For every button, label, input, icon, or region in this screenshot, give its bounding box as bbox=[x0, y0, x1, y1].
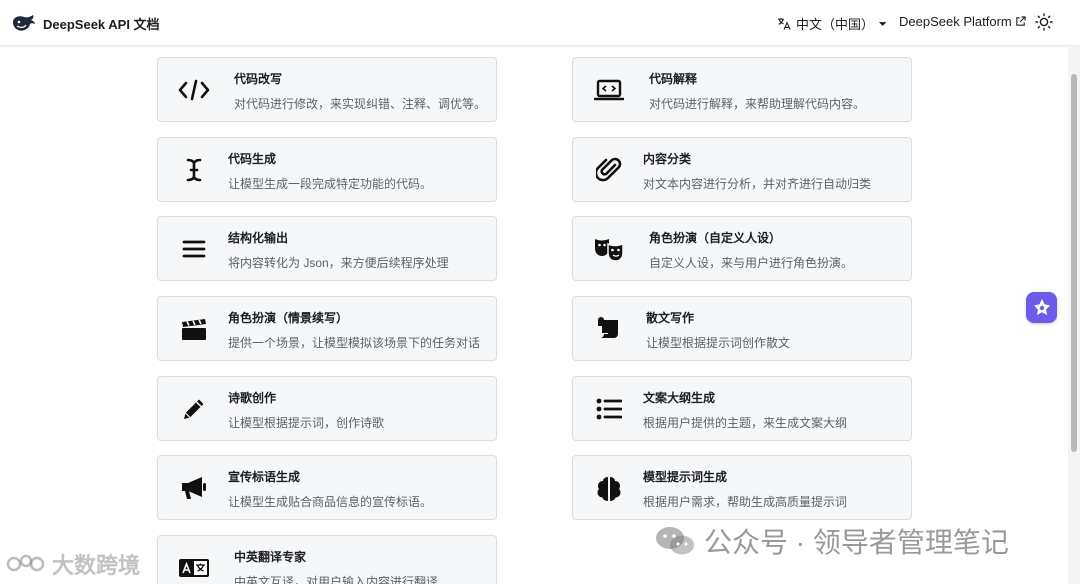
card-prompt-generate[interactable]: 模型提示词生成 根据用户需求，帮助生成高质量提示词 bbox=[572, 455, 912, 520]
card-description: 对代码进行解释，来帮助理解代码内容。 bbox=[649, 97, 866, 111]
card-title: 散文写作 bbox=[646, 311, 695, 325]
clapperboard-icon bbox=[176, 314, 212, 344]
watermark-wechat: 公众号 · 领导者管理笔记 bbox=[654, 521, 1009, 561]
pencil-icon bbox=[176, 394, 212, 424]
code-icon bbox=[176, 75, 212, 105]
brand-link[interactable]: DeepSeek API 文档 bbox=[11, 12, 160, 34]
scrollbar[interactable] bbox=[1068, 46, 1080, 584]
text-cursor-icon bbox=[176, 155, 212, 185]
card-code-rewrite[interactable]: 代码改写 对代码进行修改，来实现纠错、注释、调优等。 bbox=[157, 57, 497, 122]
card-title: 代码改写 bbox=[234, 72, 283, 86]
deepseek-whale-logo-icon bbox=[13, 15, 35, 31]
card-title: 文案大纲生成 bbox=[643, 391, 716, 405]
megaphone-icon bbox=[176, 473, 212, 503]
card-title: 结构化输出 bbox=[228, 231, 289, 245]
external-link-icon bbox=[1016, 16, 1026, 26]
card-structured-output[interactable]: 结构化输出 将内容转化为 Json，来方便后续程序处理 bbox=[157, 216, 497, 281]
card-title: 宣传标语生成 bbox=[228, 470, 301, 484]
navbar: DeepSeek API 文档 中文（中国） DeepSeek Platform bbox=[0, 0, 1080, 46]
card-translation[interactable]: 中英翻译专家 中英文互译，对用户输入内容进行翻译 bbox=[157, 535, 497, 584]
card-description: 让模型生成一段完成特定功能的代码。 bbox=[228, 177, 433, 191]
watermark-brand: 大数跨境 bbox=[6, 548, 140, 580]
card-description: 让模型根据提示词，创作诗歌 bbox=[228, 416, 385, 430]
card-roleplay-persona[interactable]: 角色扮演（自定义人设） 自定义人设，来与用户进行角色扮演。 bbox=[572, 216, 912, 281]
language-dropdown[interactable]: 中文（中国） bbox=[777, 14, 887, 33]
card-description: 让模型生成贴合商品信息的宣传标语。 bbox=[228, 495, 433, 509]
card-description: 自定义人设，来与用户进行角色扮演。 bbox=[649, 256, 854, 270]
card-code-explain[interactable]: 代码解释 对代码进行解释，来帮助理解代码内容。 bbox=[572, 57, 912, 122]
card-title: 角色扮演（自定义人设） bbox=[649, 231, 782, 245]
card-description: 对代码进行修改，来实现纠错、注释、调优等。 bbox=[234, 97, 487, 111]
platform-link-label: DeepSeek Platform bbox=[899, 14, 1012, 29]
chevron-down-icon bbox=[878, 21, 887, 26]
card-description: 让模型根据提示词创作散文 bbox=[646, 336, 791, 350]
card-title: 模型提示词生成 bbox=[643, 470, 728, 484]
bars-icon bbox=[176, 234, 212, 264]
floating-assistant-button[interactable] bbox=[1026, 292, 1057, 323]
watermark-right-text: 公众号 · 领导者管理笔记 bbox=[704, 527, 1009, 558]
masks-icon bbox=[591, 234, 627, 264]
card-title: 代码生成 bbox=[228, 152, 277, 166]
brain-icon bbox=[591, 473, 627, 503]
card-description: 中英文互译，对用户输入内容进行翻译 bbox=[234, 575, 439, 584]
list-icon bbox=[591, 394, 627, 424]
theme-toggle-sun-icon[interactable] bbox=[1035, 13, 1053, 31]
card-description: 根据用户需求，帮助生成高质量提示词 bbox=[643, 495, 848, 509]
card-title: 内容分类 bbox=[643, 152, 692, 166]
card-title: 代码解释 bbox=[649, 72, 698, 86]
card-prose-writing[interactable]: 散文写作 让模型根据提示词创作散文 bbox=[572, 296, 912, 361]
card-slogan[interactable]: 宣传标语生成 让模型生成贴合商品信息的宣传标语。 bbox=[157, 455, 497, 520]
card-description: 对文本内容进行分析，并对齐进行自动归类 bbox=[643, 177, 872, 191]
laptop-code-icon bbox=[591, 75, 627, 105]
scrollbar-thumb[interactable] bbox=[1071, 74, 1077, 452]
card-copy-outline[interactable]: 文案大纲生成 根据用户提供的主题，来生成文案大纲 bbox=[572, 376, 912, 441]
card-code-generate[interactable]: 代码生成 让模型生成一段完成特定功能的代码。 bbox=[157, 137, 497, 202]
watermark-logo-icon bbox=[6, 554, 45, 572]
card-content-classify[interactable]: 内容分类 对文本内容进行分析，并对齐进行自动归类 bbox=[572, 137, 912, 202]
wechat-icon bbox=[656, 527, 694, 555]
card-title: 诗歌创作 bbox=[228, 391, 277, 405]
card-roleplay-scenario[interactable]: 角色扮演（情景续写） 提供一个场景，让模型模拟该场景下的任务对话 bbox=[157, 296, 497, 361]
paperclip-icon bbox=[591, 155, 627, 185]
assistant-star-icon bbox=[1033, 298, 1050, 315]
card-title: 中英翻译专家 bbox=[234, 550, 307, 564]
card-description: 提供一个场景，让模型模拟该场景下的任务对话 bbox=[228, 336, 481, 350]
brand-title: DeepSeek API 文档 bbox=[43, 16, 160, 32]
language-label: 中文（中国） bbox=[795, 17, 874, 32]
translate-icon bbox=[777, 17, 791, 30]
card-poetry[interactable]: 诗歌创作 让模型根据提示词，创作诗歌 bbox=[157, 376, 497, 441]
card-description: 将内容转化为 Json，来方便后续程序处理 bbox=[228, 256, 449, 270]
platform-link[interactable]: DeepSeek Platform bbox=[899, 14, 1026, 29]
card-description: 根据用户提供的主题，来生成文案大纲 bbox=[643, 416, 848, 430]
scroll-icon bbox=[591, 314, 627, 344]
watermark-left-text: 大数跨境 bbox=[52, 553, 141, 578]
language-icon bbox=[176, 553, 212, 583]
card-title: 角色扮演（情景续写） bbox=[228, 311, 349, 325]
